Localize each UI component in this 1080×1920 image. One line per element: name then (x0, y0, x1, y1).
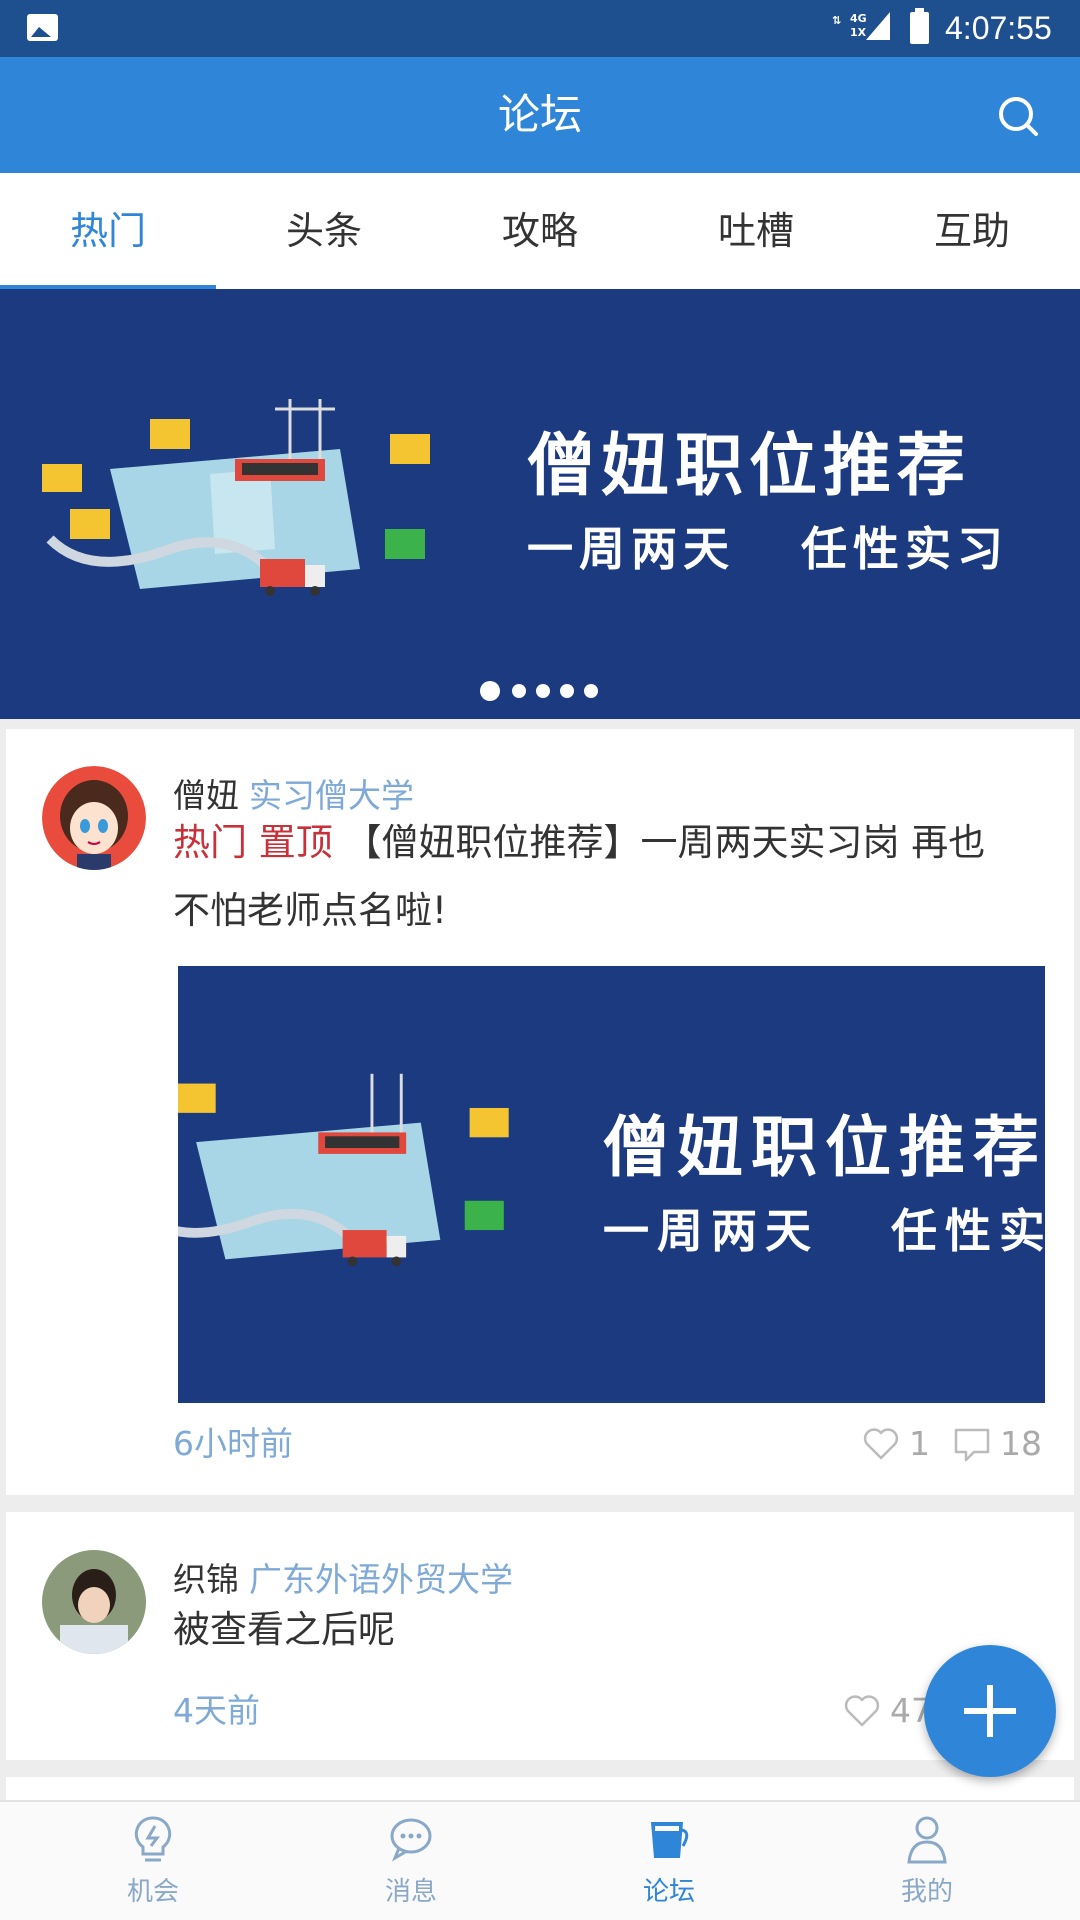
like-count: 1 (909, 1424, 930, 1463)
lightbulb-icon (134, 1816, 172, 1862)
post-image[interactable]: 僧妞职位推荐 一周两天 任性实习 (178, 966, 1045, 1403)
post-card[interactable]: 织锦 广东外语外贸大学 被查看之后呢 4天前 47 (6, 1512, 1074, 1760)
nav-label: 消息 (384, 1877, 437, 1907)
data-arrows-icon: ⇅ (832, 14, 842, 27)
network-type-text: 1X (850, 26, 867, 39)
tab-headlines[interactable]: 头条 (216, 173, 432, 289)
plus-icon (964, 1685, 1016, 1737)
nav-opportunities[interactable]: 机会 (18, 1802, 288, 1920)
cup-icon (651, 1822, 689, 1858)
nav-label: 论坛 (642, 1877, 695, 1907)
nav-forum[interactable]: 论坛 (534, 1802, 804, 1920)
post-time: 6小时前 (173, 1424, 293, 1463)
gallery-notification-icon (27, 14, 58, 41)
category-tabs: 热门 头条 攻略 吐槽 互助 (0, 173, 1080, 290)
carousel-dots (480, 679, 610, 701)
app-bar: 论坛 (0, 57, 1080, 173)
page-title: 论坛 (497, 90, 582, 139)
heart-icon[interactable] (842, 1691, 882, 1731)
network-type-text: 4G (850, 12, 867, 25)
carousel-dot (560, 684, 574, 698)
carousel-dot (584, 684, 598, 698)
carousel-dot (536, 684, 550, 698)
comment-count: 18 (1000, 1424, 1042, 1463)
banner-subline: 一周两天 任性实习 (527, 522, 1010, 576)
nav-messages[interactable]: 消息 (276, 1802, 546, 1920)
author-school: 广东外语外贸大学 (249, 1560, 513, 1599)
heart-icon[interactable] (861, 1424, 901, 1464)
nav-label: 机会 (126, 1877, 179, 1907)
factory-illustration (42, 399, 430, 596)
person-icon (907, 1816, 947, 1864)
chat-bubble-icon (390, 1818, 432, 1862)
tab-hot[interactable]: 热门 (0, 173, 216, 289)
status-bar: ⇅ 4G 1X 4:07:55 (0, 0, 1080, 57)
promo-banner[interactable]: 僧妞职位推荐 一周两天 任性实习 (0, 289, 1080, 719)
search-icon[interactable] (996, 94, 1040, 138)
tab-guides[interactable]: 攻略 (432, 173, 648, 289)
new-post-button[interactable] (924, 1645, 1056, 1777)
nav-label: 我的 (900, 1877, 953, 1907)
banner-headline: 僧妞职位推荐 (527, 427, 972, 506)
battery-icon (910, 8, 929, 44)
post-card[interactable]: 僧妞 实习僧大学 热门 置顶 【僧妞职位推荐】一周两天实习岗 再也不怕老师点名啦!… (6, 729, 1074, 1495)
factory-illustration (178, 1073, 509, 1267)
image-subline: 一周两天 任性实习 (603, 1204, 1045, 1258)
tab-complaints[interactable]: 吐槽 (648, 173, 864, 289)
image-headline: 僧妞职位推荐 (603, 1109, 1045, 1186)
post-text[interactable]: 被查看之后呢 (173, 1596, 993, 1664)
post-title[interactable]: 热门 置顶 【僧妞职位推荐】一周两天实习岗 再也不怕老师点名啦! (173, 809, 993, 945)
carousel-dot (480, 681, 500, 701)
avatar[interactable] (42, 1550, 146, 1654)
hot-tag: 热门 (173, 821, 247, 864)
pinned-tag: 置顶 (258, 821, 333, 864)
nav-profile[interactable]: 我的 (792, 1802, 1062, 1920)
signal-icon (866, 12, 890, 40)
post-time: 4天前 (173, 1691, 260, 1730)
comment-icon[interactable] (952, 1424, 992, 1464)
bottom-navigation: 机会 消息 论坛 我的 (0, 1800, 1080, 1920)
carousel-dot (512, 684, 526, 698)
tab-mutual-help[interactable]: 互助 (864, 173, 1080, 289)
status-time: 4:07:55 (945, 10, 1052, 46)
avatar[interactable] (42, 766, 146, 870)
author-name[interactable]: 织锦 (173, 1560, 239, 1599)
